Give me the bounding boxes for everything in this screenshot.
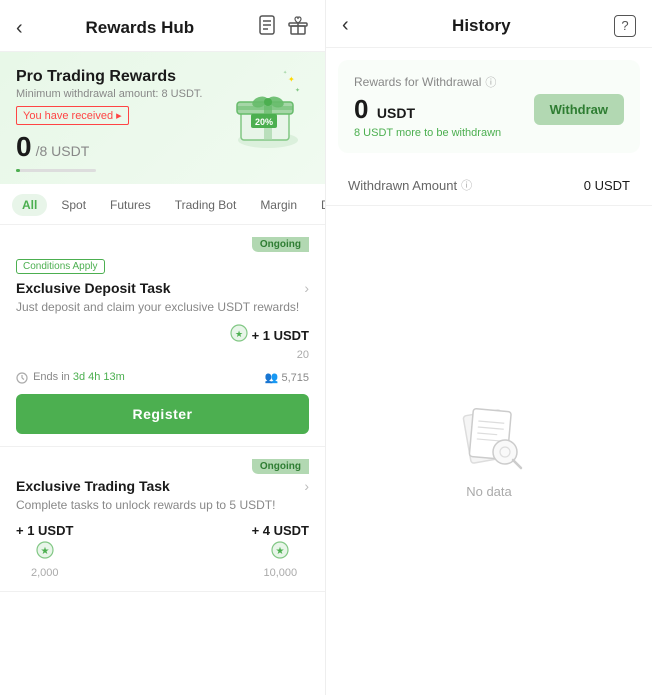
svg-text:★: ★ <box>40 546 49 557</box>
hero-illustration: ✦ ✦ ✦ 20% <box>223 62 313 152</box>
reward-icon-2b: ★ <box>252 540 309 565</box>
task-title-2: Exclusive Trading Task <box>16 478 170 494</box>
hero-amount-unit: /8 USDT <box>36 143 90 159</box>
withdrawn-row: Withdrawn Amount ⓘ 0 USDT <box>326 165 652 206</box>
left-header-icons <box>257 14 309 41</box>
rewards-card: Rewards for Withdrawal ⓘ 0 USDT Withdraw… <box>338 60 640 153</box>
rewards-amount-value: 0 <box>354 94 368 124</box>
left-panel: ‹ Rewards Hub <box>0 0 326 695</box>
task-time-prefix: Ends in <box>33 371 70 383</box>
reward-amount-2b: + 4 USDT <box>252 523 309 538</box>
svg-text:★: ★ <box>235 329 243 339</box>
right-title: History <box>452 16 511 36</box>
left-header: ‹ Rewards Hub <box>0 0 325 52</box>
tab-trading-bot[interactable]: Trading Bot <box>165 194 247 216</box>
reward-item-2a: + 1 USDT ★ 2,000 <box>16 522 73 579</box>
withdrawn-value: 0 USDT <box>584 178 630 193</box>
rewards-amount-row: 0 USDT Withdraw <box>354 94 624 125</box>
task-card-2: Ongoing Exclusive Trading Task › Complet… <box>0 447 325 592</box>
tab-futures[interactable]: Futures <box>100 194 161 216</box>
hero-amount-value: 0 <box>16 131 32 163</box>
task-title-row-2: Exclusive Trading Task › <box>16 478 309 494</box>
task-chevron-1[interactable]: › <box>304 280 309 296</box>
rewards-sub: 8 USDT more to be withdrawn <box>354 127 624 139</box>
rewards-label: Rewards for Withdrawal <box>354 75 481 89</box>
task-footer-1: Ends in 3d 4h 13m 👥 5,715 <box>16 371 309 384</box>
tab-deposit-add[interactable]: Deposit/Add <box>311 194 325 216</box>
tab-margin[interactable]: Margin <box>250 194 307 216</box>
withdrawn-label-row: Withdrawn Amount ⓘ <box>348 177 472 193</box>
filter-tabs: All Spot Futures Trading Bot Margin Depo… <box>0 184 325 225</box>
svg-text:✦: ✦ <box>288 75 295 84</box>
hero-received-badge[interactable]: You have received ▸ <box>16 106 129 125</box>
info-icon[interactable]: ⓘ <box>485 74 496 90</box>
task-desc-2: Complete tasks to unlock rewards up to 5… <box>16 498 309 512</box>
withdraw-button[interactable]: Withdraw <box>534 94 624 125</box>
task-chevron-2[interactable]: › <box>304 478 309 494</box>
multi-reward-row-2: + 1 USDT ★ 2,000 + 4 USDT ★ 10,000 <box>16 522 309 579</box>
task-card-1: Ongoing Conditions Apply Exclusive Depos… <box>0 225 325 447</box>
left-back-button[interactable]: ‹ <box>16 18 23 38</box>
help-icon[interactable]: ? <box>614 15 636 37</box>
task-reward-count-1: 20 <box>297 349 309 361</box>
svg-text:✦: ✦ <box>295 87 300 94</box>
task-reward-row-1: ★ + 1 USDT 20 <box>16 324 309 361</box>
task-users-1: 👥 5,715 <box>265 371 309 384</box>
right-panel: ‹ History ? Rewards for Withdrawal ⓘ 0 U… <box>326 0 652 695</box>
task-time-1: Ends in 3d 4h 13m <box>16 371 125 383</box>
rewards-amount-unit: USDT <box>377 105 415 121</box>
gift-nav-icon[interactable] <box>287 14 309 41</box>
hero-section: ✦ ✦ ✦ 20% Pro Trading Rewards Minimum wi… <box>0 52 325 184</box>
ongoing-badge-2: Ongoing <box>252 459 309 474</box>
rewards-amount-group: 0 USDT <box>354 94 415 125</box>
reward-icon-1: ★ <box>230 324 248 347</box>
right-header: ‹ History ? <box>326 0 652 48</box>
list-icon[interactable] <box>257 14 279 41</box>
left-title: Rewards Hub <box>86 18 195 38</box>
reward-count-2a: 2,000 <box>16 567 73 579</box>
task-title-1: Exclusive Deposit Task <box>16 280 171 296</box>
task-time-value-1: 3d 4h 13m <box>73 371 125 383</box>
reward-icon-2a: ★ <box>16 540 73 565</box>
reward-count-2b: 10,000 <box>252 567 309 579</box>
no-data-illustration <box>449 402 529 472</box>
users-icon-1: 👥 <box>265 372 279 384</box>
right-back-button[interactable]: ‹ <box>342 14 349 37</box>
svg-text:★: ★ <box>276 546 285 557</box>
task-desc-1: Just deposit and claim your exclusive US… <box>16 300 309 314</box>
tab-spot[interactable]: Spot <box>51 194 96 216</box>
task-reward-amount-1: + 1 USDT <box>252 328 309 343</box>
task-title-row-1: Exclusive Deposit Task › <box>16 280 309 296</box>
withdrawn-label: Withdrawn Amount <box>348 178 457 193</box>
reward-item-2b: + 4 USDT ★ 10,000 <box>252 522 309 579</box>
no-data-container: No data <box>326 206 652 695</box>
ongoing-badge-1: Ongoing <box>252 237 309 252</box>
tab-all[interactable]: All <box>12 194 47 216</box>
withdrawn-info-icon[interactable]: ⓘ <box>461 177 472 193</box>
hero-progress-fill <box>16 169 20 172</box>
svg-text:✦: ✦ <box>283 70 287 76</box>
users-count-1: 5,715 <box>281 372 309 384</box>
reward-amount-2a: + 1 USDT <box>16 523 73 538</box>
register-button-1[interactable]: Register <box>16 394 309 434</box>
svg-text:20%: 20% <box>255 117 273 127</box>
no-data-text: No data <box>466 484 512 499</box>
conditions-tag-1: Conditions Apply <box>16 259 105 274</box>
rewards-label-row: Rewards for Withdrawal ⓘ <box>354 74 624 90</box>
hero-progress-bar <box>16 169 96 172</box>
